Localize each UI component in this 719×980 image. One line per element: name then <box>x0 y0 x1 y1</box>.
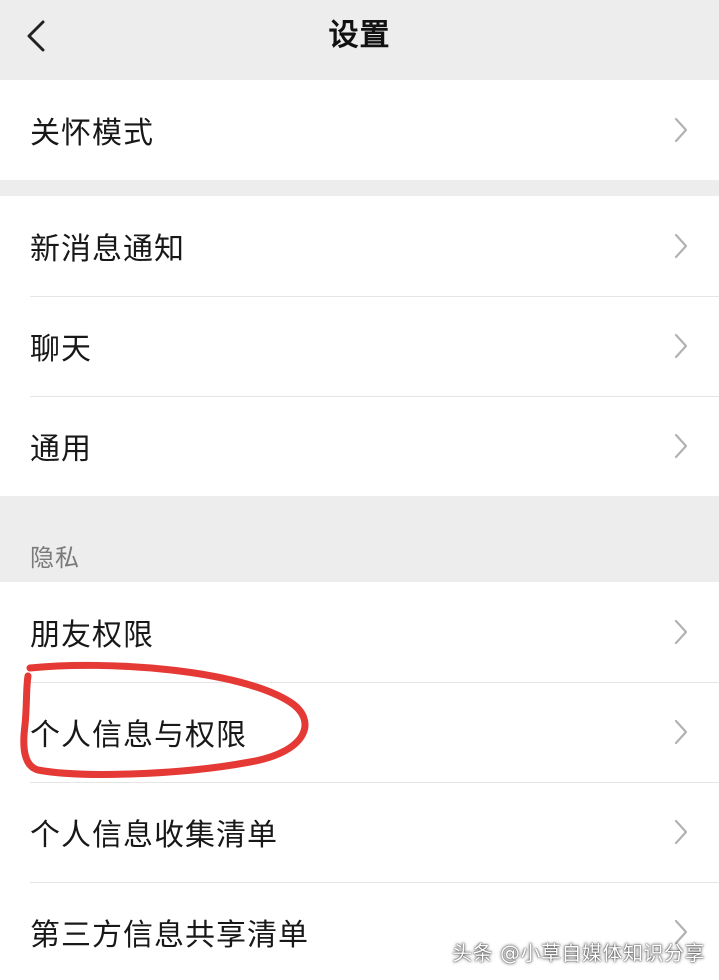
page-title: 设置 <box>328 18 391 53</box>
settings-item-label: 个人信息收集清单 <box>30 818 278 853</box>
settings-item-label: 个人信息与权限 <box>30 718 247 753</box>
chevron-right-icon <box>674 819 688 845</box>
chevron-right-icon <box>674 619 688 645</box>
section-header-privacy: 隐私 <box>30 544 80 572</box>
settings-item-label: 通用 <box>30 432 92 467</box>
divider <box>30 296 719 297</box>
divider <box>30 882 719 883</box>
settings-group-privacy: 朋友权限 个人信息与权限 个人信息收集清单 第三方信息共享清单 <box>0 582 719 980</box>
settings-item-chat[interactable]: 聊天 <box>0 296 719 396</box>
watermark: 头条 @小草自媒体知识分享 <box>452 941 705 965</box>
divider <box>30 782 719 783</box>
settings-item-label: 第三方信息共享清单 <box>30 918 309 953</box>
settings-item-general[interactable]: 通用 <box>0 396 719 496</box>
divider <box>30 682 719 683</box>
settings-item-care-mode[interactable]: 关怀模式 <box>0 80 719 180</box>
settings-item-label: 朋友权限 <box>30 618 154 653</box>
navigation-bar: 设置 <box>0 0 719 76</box>
settings-item-friend-permissions[interactable]: 朋友权限 <box>0 582 719 682</box>
settings-group-care: 关怀模式 <box>0 80 719 180</box>
settings-item-personal-info-collection[interactable]: 个人信息收集清单 <box>0 782 719 882</box>
settings-item-notifications[interactable]: 新消息通知 <box>0 196 719 296</box>
chevron-right-icon <box>674 333 688 359</box>
chevron-right-icon <box>674 719 688 745</box>
divider <box>30 396 719 397</box>
settings-item-label: 聊天 <box>30 332 92 367</box>
chevron-right-icon <box>674 117 688 143</box>
chevron-right-icon <box>674 233 688 259</box>
settings-group-general: 新消息通知 聊天 通用 <box>0 196 719 496</box>
settings-item-personal-info-permissions[interactable]: 个人信息与权限 <box>0 682 719 782</box>
settings-item-label: 关怀模式 <box>30 116 154 151</box>
chevron-right-icon <box>674 433 688 459</box>
settings-item-label: 新消息通知 <box>30 232 185 267</box>
